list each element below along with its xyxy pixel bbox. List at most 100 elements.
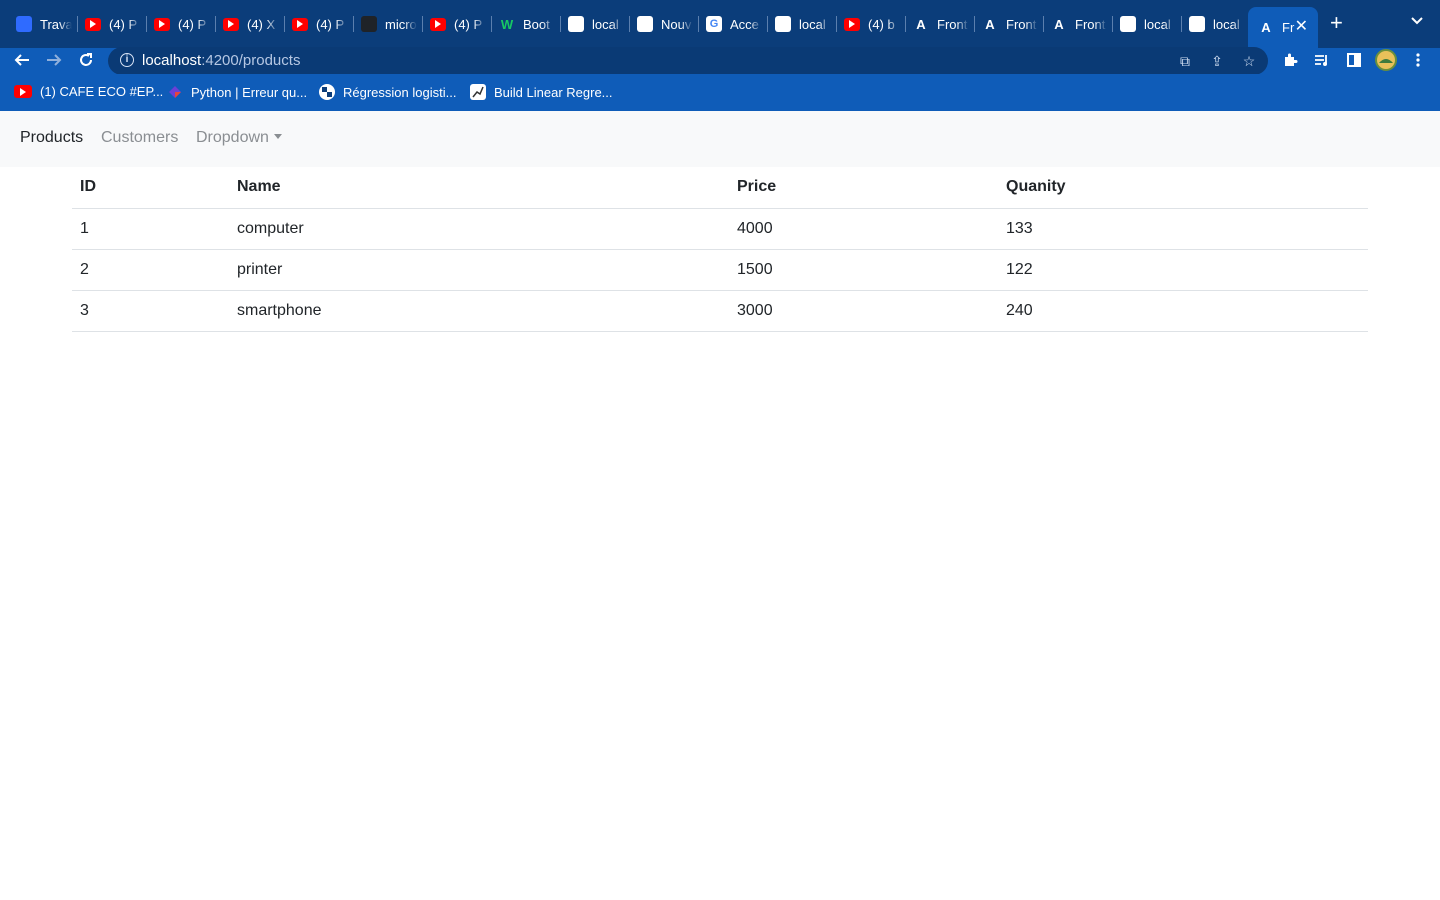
browser-tab[interactable]: (4) P bbox=[75, 6, 141, 42]
tab-strip: Travail (4) P (4) P (4) X (4) P micro (4… bbox=[0, 0, 1440, 48]
cell-id: 2 bbox=[72, 249, 229, 291]
cell-quantity: 133 bbox=[998, 208, 1368, 250]
browser-tab[interactable]: local bbox=[1110, 6, 1176, 42]
kebab-menu-icon[interactable] bbox=[1407, 48, 1429, 72]
tab-label: Acce bbox=[730, 16, 759, 32]
browser-tab[interactable]: local bbox=[1179, 6, 1245, 42]
tab-label: Front bbox=[937, 16, 968, 32]
globe-icon bbox=[1189, 16, 1205, 32]
tab-label: micro bbox=[385, 16, 417, 32]
browser-tab[interactable]: (4) X bbox=[213, 6, 279, 42]
column-header-quantity: Quanity bbox=[998, 167, 1368, 209]
angular-icon: A bbox=[1261, 20, 1271, 35]
tab-search-icon[interactable] bbox=[1410, 14, 1424, 28]
tab-label: (4) b bbox=[868, 16, 895, 32]
tab-label: (4) P bbox=[109, 16, 138, 32]
google-icon: G bbox=[706, 16, 722, 32]
browser-tab[interactable]: (4) b bbox=[834, 6, 900, 42]
bookmark-item[interactable]: (1) CAFE ECO #EP... bbox=[14, 84, 163, 99]
globe-icon bbox=[568, 16, 584, 32]
address-bar[interactable]: i localhost:4200/products ⧉ ⇪ ☆ bbox=[108, 47, 1268, 75]
youtube-icon bbox=[14, 85, 32, 98]
browser-tab[interactable]: W Boot bbox=[489, 6, 555, 42]
globe-icon bbox=[1120, 16, 1136, 32]
tab-label: (4) P bbox=[178, 16, 207, 32]
share-icon[interactable]: ⇪ bbox=[1208, 52, 1226, 70]
app-navbar: Products Customers Dropdown bbox=[0, 111, 1440, 167]
reload-button[interactable] bbox=[75, 48, 97, 72]
bookmark-label: (1) CAFE ECO #EP... bbox=[40, 84, 164, 99]
python-icon bbox=[319, 84, 335, 100]
products-table-container: ID Name Price Quanity 1 computer 4000 13… bbox=[72, 167, 1368, 332]
table-header-row: ID Name Price Quanity bbox=[72, 167, 1368, 209]
cell-id: 1 bbox=[72, 208, 229, 250]
nav-dropdown-label: Dropdown bbox=[196, 129, 269, 146]
youtube-icon bbox=[430, 17, 446, 31]
cell-quantity: 240 bbox=[998, 290, 1368, 332]
translate-icon[interactable]: ⧉ bbox=[1176, 52, 1194, 70]
products-table: ID Name Price Quanity 1 computer 4000 13… bbox=[72, 167, 1368, 332]
extensions-icon[interactable] bbox=[1279, 48, 1301, 72]
side-panel-icon[interactable] bbox=[1343, 48, 1365, 72]
tab-label: (4) P bbox=[454, 16, 483, 32]
browser-tab[interactable]: Travail bbox=[6, 6, 72, 42]
caret-down-icon bbox=[273, 134, 282, 139]
close-tab-icon[interactable]: ✕ bbox=[1295, 16, 1308, 36]
table-row: 2 printer 1500 122 bbox=[72, 249, 1368, 291]
bookmark-label: Régression logisti... bbox=[343, 84, 457, 100]
arrow-right-icon bbox=[47, 54, 62, 66]
youtube-icon bbox=[85, 17, 101, 31]
arrow-left-icon bbox=[14, 54, 29, 66]
bookmark-star-icon[interactable]: ☆ bbox=[1240, 52, 1258, 70]
reload-icon bbox=[80, 53, 92, 66]
tab-label: local bbox=[1144, 16, 1171, 32]
browser-tab[interactable]: (4) P bbox=[144, 6, 210, 42]
column-header-id: ID bbox=[72, 167, 229, 209]
browser-tab[interactable]: A Front bbox=[972, 6, 1038, 42]
cell-name: printer bbox=[229, 249, 729, 291]
table-row: 3 smartphone 3000 240 bbox=[72, 290, 1368, 332]
bookmark-item[interactable]: Régression logisti... bbox=[319, 84, 456, 100]
youtube-icon bbox=[154, 17, 170, 31]
tab-label: local bbox=[1213, 16, 1240, 32]
youtube-icon bbox=[223, 17, 239, 31]
back-button[interactable] bbox=[11, 48, 33, 72]
browser-tab[interactable]: local bbox=[765, 6, 831, 42]
browser-tab[interactable]: Nouv bbox=[627, 6, 693, 42]
forward-button[interactable] bbox=[43, 48, 65, 72]
url-text[interactable]: localhost:4200/products bbox=[142, 52, 300, 69]
tab-label: (4) X bbox=[247, 16, 276, 32]
browser-tab[interactable]: micro bbox=[351, 6, 417, 42]
tab-label: Nouv bbox=[661, 16, 692, 32]
url-path: :4200/products bbox=[201, 52, 301, 69]
bookmark-item[interactable]: Build Linear Regre... bbox=[470, 84, 613, 100]
cell-price: 1500 bbox=[729, 249, 998, 291]
tab-label: Front bbox=[1075, 16, 1106, 32]
browser-tab[interactable]: G Acce bbox=[696, 6, 762, 42]
tab-label: local bbox=[592, 16, 619, 32]
tab-label: local bbox=[799, 16, 826, 32]
browser-tab[interactable]: local bbox=[558, 6, 624, 42]
cell-name: smartphone bbox=[229, 290, 729, 332]
bookmarks-bar: (1) CAFE ECO #EP... Python | Erreur qu..… bbox=[0, 74, 1440, 111]
browser-tab[interactable]: A Front bbox=[1041, 6, 1107, 42]
nav-link-customers[interactable]: Customers bbox=[101, 129, 178, 147]
table-row: 1 computer 4000 133 bbox=[72, 208, 1368, 250]
tab-label: (4) P bbox=[316, 16, 345, 32]
tab-label: Boot bbox=[523, 16, 550, 32]
cell-quantity: 122 bbox=[998, 249, 1368, 291]
browser-tab[interactable]: (4) P bbox=[420, 6, 486, 42]
profile-avatar[interactable] bbox=[1375, 48, 1397, 72]
site-info-icon[interactable]: i bbox=[120, 53, 134, 67]
media-controls-icon[interactable] bbox=[1311, 48, 1333, 72]
chart-icon bbox=[470, 84, 486, 100]
browser-tab[interactable]: A Front bbox=[903, 6, 969, 42]
bookmark-item[interactable]: Python | Erreur qu... bbox=[167, 84, 307, 100]
globe-icon bbox=[775, 16, 791, 32]
browser-tab[interactable]: (4) P bbox=[282, 6, 348, 42]
new-tab-button[interactable]: + bbox=[1330, 12, 1343, 34]
nav-dropdown[interactable]: Dropdown bbox=[196, 129, 282, 147]
nav-link-products[interactable]: Products bbox=[20, 129, 83, 147]
youtube-icon bbox=[844, 17, 860, 31]
browser-tab-active[interactable]: A Fr ✕ bbox=[1248, 7, 1318, 48]
